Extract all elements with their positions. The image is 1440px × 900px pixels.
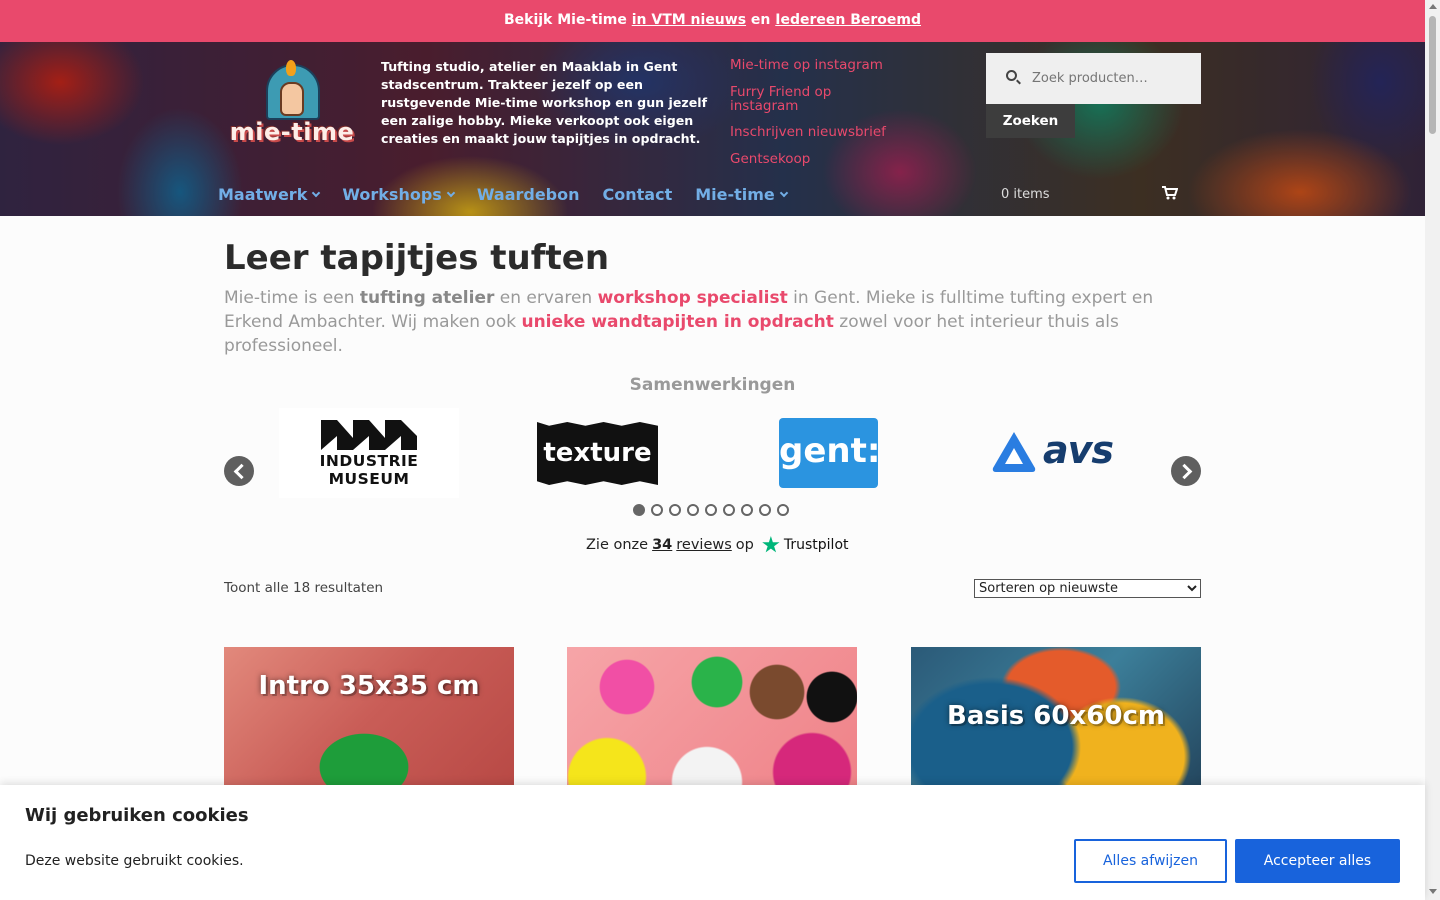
logo-hand-icon <box>280 82 304 116</box>
intro-tufting-atelier: tufting atelier <box>359 288 495 308</box>
cookie-banner: Wij gebruiken cookies Deze website gebru… <box>0 785 1425 900</box>
scroll-up-icon[interactable] <box>1429 4 1437 9</box>
industriemuseum-text: INDUSTRIE MUSEUM <box>279 452 459 488</box>
trustpilot-star-icon <box>762 536 780 553</box>
accept-all-button[interactable]: Accepteer alles <box>1235 839 1400 883</box>
trustpilot-brand: Trustpilot <box>783 537 849 553</box>
logo-text: mie-time <box>229 118 355 146</box>
furry-friend-instagram-link[interactable]: Furry Friend op instagram <box>730 85 900 113</box>
intro-workshop-specialist-link[interactable]: workshop specialist <box>598 288 788 308</box>
instagram-link[interactable]: Mie-time op instagram <box>730 58 900 72</box>
nav-maatwerk[interactable]: Maatwerk <box>218 182 321 206</box>
trustpilot-widget[interactable]: Zie onze 34 reviews op Trustpilot <box>586 536 849 554</box>
nav-contact[interactable]: Contact <box>603 182 673 206</box>
carousel-dot[interactable] <box>705 504 717 516</box>
partners-title: Samenwerkingen <box>629 375 796 395</box>
sort-select[interactable]: Sorteren op nieuwste <box>974 579 1201 598</box>
search-input[interactable] <box>1032 67 1192 89</box>
announcement-bar: Bekijk Mie-time in VTM nieuws en Iederee… <box>0 0 1425 42</box>
newsletter-link[interactable]: Inschrijven nieuwsbrief <box>730 125 900 139</box>
carousel-prev-button[interactable] <box>224 456 254 486</box>
nav-maatwerk-label: Maatwerk <box>218 184 308 204</box>
carousel-next-button[interactable] <box>1171 456 1201 486</box>
industriemuseum-line-1: INDUSTRIE <box>319 452 419 470</box>
trustpilot-reviews-link[interactable]: reviews <box>676 537 732 553</box>
announcement-prefix: Bekijk Mie-time <box>503 12 627 28</box>
product-image-label: Intro 35x35 cm <box>258 671 480 701</box>
carousel-dot[interactable] <box>687 504 699 516</box>
product-card[interactable]: Basis 60x60cm <box>911 647 1201 787</box>
search-box <box>986 53 1201 104</box>
site-header: mie-time Tufting studio, atelier en Maak… <box>0 42 1425 216</box>
industriemuseum-logo[interactable]: INDUSTRIE MUSEUM <box>279 408 459 498</box>
search-icon <box>1006 70 1017 81</box>
intro-part-1: Mie-time is een <box>224 288 360 308</box>
intro-part-2: en ervaren <box>494 288 598 308</box>
announcement-middle: en <box>750 12 771 28</box>
nav-contact-label: Contact <box>602 184 673 204</box>
carousel-dot[interactable] <box>741 504 753 516</box>
gent-logo[interactable]: gent: <box>779 418 880 488</box>
industriemuseum-mark-icon <box>321 420 417 450</box>
nav-mie-time[interactable]: Mie-time <box>695 182 789 206</box>
product-card[interactable]: Intro 35x35 cm <box>224 647 514 787</box>
carousel-dot[interactable] <box>633 504 645 516</box>
nav-mie-time-label: Mie-time <box>695 184 775 204</box>
scroll-down-icon[interactable] <box>1429 889 1437 894</box>
trustpilot-middle: op <box>735 537 754 553</box>
cart-icon[interactable] <box>1162 186 1178 200</box>
main-nav: Maatwerk Workshops Waardebon Contact Mie… <box>218 182 789 206</box>
iedereen-beroemd-link[interactable]: Iedereen Beroemd <box>775 12 921 28</box>
nav-waardebon[interactable]: Waardebon <box>477 182 580 206</box>
trustpilot-prefix: Zie onze <box>586 537 649 553</box>
carousel-dot[interactable] <box>669 504 681 516</box>
cookie-text: Deze website gebruikt cookies. <box>25 853 244 869</box>
carousel-dot[interactable] <box>651 504 663 516</box>
cart-count[interactable]: 0 items <box>1001 187 1050 202</box>
avs-triangle-icon <box>992 432 1036 472</box>
nav-workshops-label: Workshops <box>342 184 442 204</box>
logo-flame-icon <box>286 60 296 76</box>
texture-logo[interactable]: texture <box>537 422 658 485</box>
industriemuseum-line-2: MUSEUM <box>328 470 410 488</box>
nav-workshops[interactable]: Workshops <box>342 182 456 206</box>
trustpilot-count[interactable]: 34 <box>652 537 672 553</box>
header-links: Mie-time op instagram Furry Friend op in… <box>730 58 900 179</box>
page-title: Leer tapijtjes tuften <box>224 238 610 278</box>
avs-logo[interactable]: avs <box>991 428 1121 476</box>
site-tagline: Tufting studio, atelier en Maaklab in Ge… <box>381 59 708 146</box>
carousel-dot[interactable] <box>759 504 771 516</box>
intro-wandtapijten-link[interactable]: unieke wandtapijten in opdracht <box>521 312 833 332</box>
avs-text: avs <box>1043 428 1114 472</box>
site-logo[interactable]: mie-time <box>228 60 356 152</box>
carousel-dot[interactable] <box>723 504 735 516</box>
carousel-dot[interactable] <box>777 504 789 516</box>
scrollbar[interactable] <box>1425 0 1440 900</box>
chevron-down-icon <box>779 188 789 197</box>
result-count: Toont alle 18 resultaten <box>224 580 384 596</box>
search-button[interactable]: Zoeken <box>986 104 1075 138</box>
chevron-down-icon <box>446 188 456 197</box>
product-card[interactable] <box>567 647 857 787</box>
carousel-dots <box>633 504 789 516</box>
gentsekoop-link[interactable]: Gentsekoop <box>730 152 900 166</box>
nav-waardebon-label: Waardebon <box>476 184 580 204</box>
vtm-nieuws-link[interactable]: in VTM nieuws <box>632 12 746 28</box>
reject-all-button[interactable]: Alles afwijzen <box>1074 839 1227 883</box>
product-image-label: Basis 60x60cm <box>947 701 1165 731</box>
chevron-down-icon <box>312 188 321 197</box>
scrollbar-thumb[interactable] <box>1429 16 1436 134</box>
cookie-title: Wij gebruiken cookies <box>25 805 249 826</box>
intro-text: Mie-time is een tufting atelier en ervar… <box>224 286 1184 358</box>
